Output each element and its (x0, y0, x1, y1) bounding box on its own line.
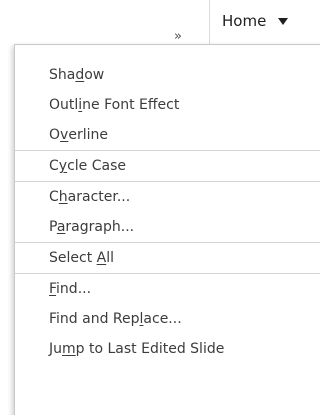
menu-item-label: Paragraph... (49, 219, 135, 235)
menu-item-find-and-replace[interactable]: Find and Replace... (15, 304, 320, 334)
menu-item-paragraph[interactable]: Paragraph... (15, 212, 320, 242)
menu-item-cycle-case[interactable]: Cycle Case (15, 151, 320, 181)
mnemonic-key: h (58, 189, 68, 205)
menu-item-select-all[interactable]: Select All (15, 243, 320, 273)
menu-item-find[interactable]: Find... (15, 274, 320, 304)
menu-item-overline[interactable]: Overline (15, 120, 320, 150)
menu-group: Find... Find and Replace... Jump to Last E… (15, 274, 320, 364)
menu-item-outline-font-effect[interactable]: Outline Font Effect (15, 90, 320, 120)
menu-item-shadow[interactable]: Shadow (15, 60, 320, 90)
menu-item-label: Find and Replace... (49, 311, 182, 327)
mnemonic-key: F (49, 281, 57, 297)
toolbar: » Home (0, 0, 320, 46)
mnemonic-key: y (58, 158, 68, 174)
menu-item-label: Shadow (49, 67, 105, 83)
menu-group: Shadow Outline Font Effect Overline (15, 45, 320, 150)
menu-item-label: Overline (49, 127, 108, 143)
mnemonic-key: A (96, 250, 107, 266)
menu-item-jump-to-last-edited-slide[interactable]: Jump to Last Edited Slide (15, 334, 320, 364)
toolbar-divider (209, 0, 210, 46)
menu-group: Select All (15, 243, 320, 273)
mnemonic-key: m (62, 341, 76, 357)
menu-item-label: Outline Font Effect (49, 97, 180, 113)
menu-item-label: Cycle Case (49, 158, 126, 174)
menu-item-label: Find... (49, 281, 92, 297)
home-tab-label: Home (222, 12, 267, 30)
mnemonic-key: d (75, 67, 85, 83)
home-tab[interactable]: Home (222, 9, 289, 33)
format-dropdown-menu: Shadow Outline Font Effect Overline Cycle C… (14, 44, 320, 415)
menu-group: Cycle Case (15, 151, 320, 181)
menu-group: Character... Paragraph... (15, 182, 320, 242)
menu-item-character[interactable]: Character... (15, 182, 320, 212)
overflow-chevron-icon[interactable]: » (174, 30, 182, 44)
menu-item-label: Character... (49, 189, 131, 205)
menu-item-label: Select All (49, 250, 114, 266)
screen: » Home Shadow Outline Font Effect Overline… (0, 0, 320, 415)
menu-item-label: Jump to Last Edited Slide (49, 341, 225, 357)
chevron-down-icon (278, 17, 289, 25)
